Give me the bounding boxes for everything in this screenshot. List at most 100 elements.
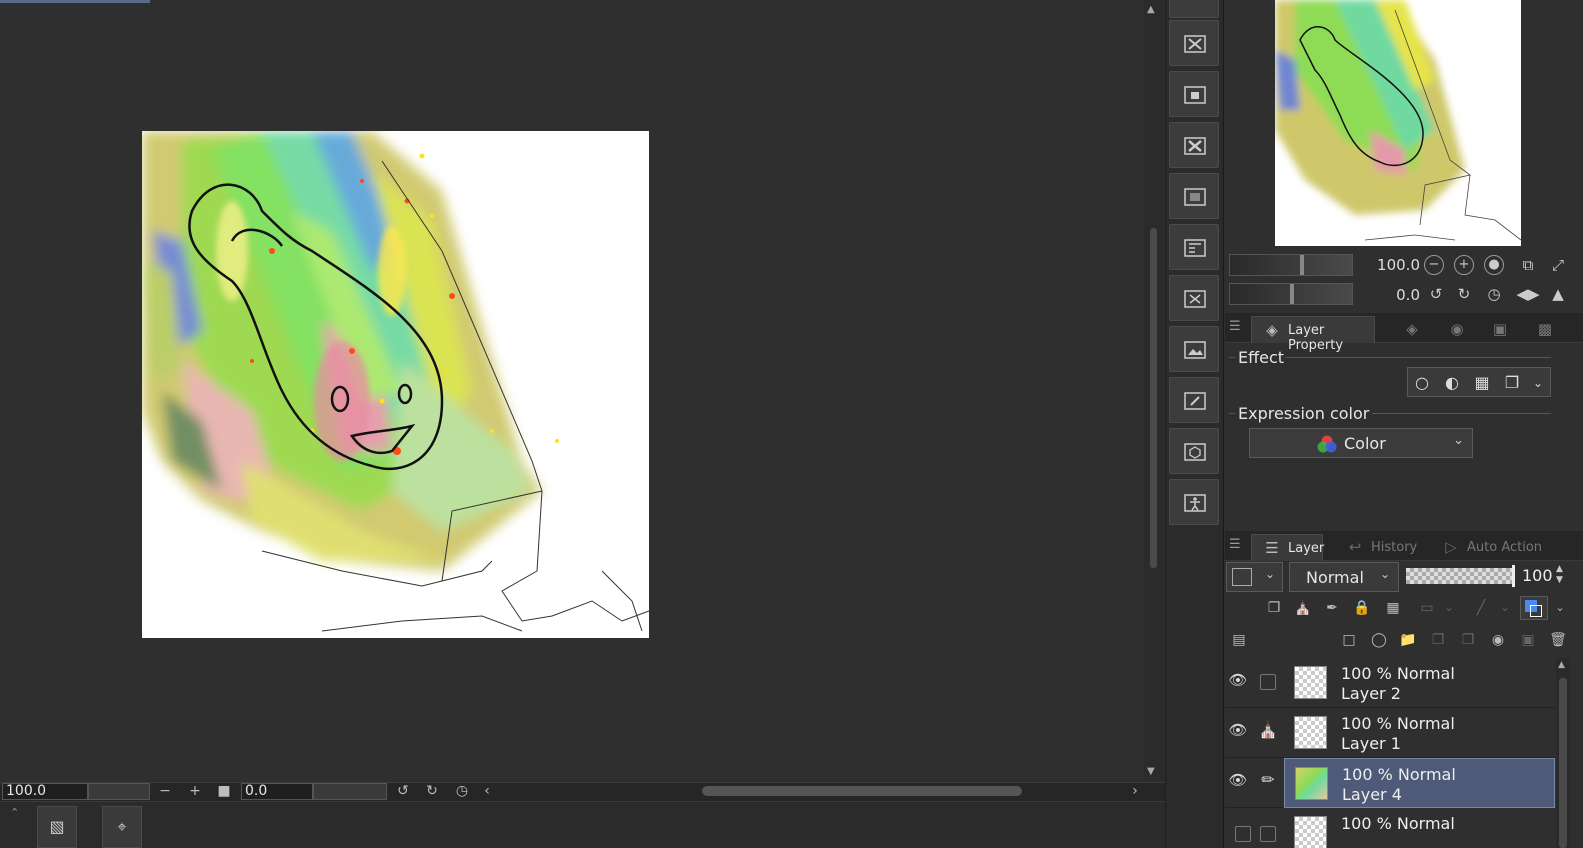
- layer-list-scroll-thumb[interactable]: [1559, 678, 1567, 848]
- opacity-value[interactable]: 100: [1522, 566, 1553, 585]
- transform-icon[interactable]: [1169, 275, 1219, 321]
- chevron-down-icon[interactable]: ⌄: [1549, 597, 1571, 619]
- eye-icon[interactable]: 👁: [1227, 721, 1249, 743]
- transparent-layer-icon[interactable]: [1169, 173, 1219, 219]
- delete-layer-icon[interactable]: 🗑: [1547, 629, 1569, 651]
- layer-panel-menu-icon[interactable]: ☰: [1229, 537, 1241, 552]
- layer-list-icon[interactable]: ▤: [1228, 629, 1250, 651]
- flip-vertical-icon[interactable]: ▲: [1546, 282, 1570, 306]
- layer-color-icon[interactable]: ❐: [1502, 373, 1522, 393]
- fill-navigator-icon[interactable]: ⤢: [1546, 253, 1570, 277]
- new-vector-layer-icon[interactable]: ◯: [1368, 629, 1390, 651]
- reference-layer-icon[interactable]: ⛪: [1256, 720, 1280, 744]
- expression-color-dropdown[interactable]: Color ⌄: [1249, 428, 1473, 458]
- color-panel-icon[interactable]: ▣: [1488, 317, 1512, 341]
- zoom-in-icon[interactable]: +: [186, 783, 204, 800]
- lock-transparency-icon[interactable]: ▦: [1382, 597, 1404, 619]
- opacity-stepper-icon[interactable]: ▲ ▼: [1556, 564, 1563, 586]
- mask-off-icon[interactable]: ▭: [1416, 597, 1438, 619]
- opacity-slider[interactable]: [1406, 568, 1514, 584]
- canvas-zoom-field[interactable]: 100.0: [2, 783, 88, 800]
- eye-icon[interactable]: 👁: [1227, 771, 1249, 793]
- layout-icon[interactable]: [1169, 224, 1219, 270]
- layer-info[interactable]: 100 % Normal Layer 2: [1284, 658, 1555, 708]
- layer-row-selected[interactable]: 👁 ✏ 100 % Normal Layer 4: [1225, 758, 1555, 808]
- panel-menu-icon[interactable]: ☰: [1229, 319, 1241, 334]
- navigator-rotate-left-icon[interactable]: ↺: [1424, 282, 1448, 306]
- document-tab-indicator[interactable]: [0, 0, 150, 3]
- border-effect-icon[interactable]: ○: [1412, 373, 1432, 393]
- lock-layer-icon[interactable]: 🔒: [1351, 597, 1373, 619]
- pencil-icon[interactable]: ✏: [1256, 770, 1280, 794]
- navigator-actual-size-icon[interactable]: ●: [1484, 255, 1504, 275]
- tab-auto-action[interactable]: ▷ Auto Action: [1431, 534, 1571, 561]
- canvas-rotate-field[interactable]: 0.0: [241, 783, 313, 800]
- layer-select-checkbox[interactable]: [1260, 674, 1276, 690]
- transfer-lower-icon[interactable]: ❐: [1427, 629, 1449, 651]
- tool-property-icon[interactable]: ◈: [1400, 317, 1424, 341]
- effect-dropdown-icon[interactable]: ⌄: [1528, 373, 1548, 393]
- navigator-zoom-in-icon[interactable]: +: [1454, 255, 1474, 275]
- merge-lower-icon[interactable]: ❐: [1457, 629, 1479, 651]
- rotate-left-icon[interactable]: ↺: [394, 783, 412, 800]
- new-raster-layer-icon[interactable]: □: [1338, 629, 1360, 651]
- fit-screen-icon[interactable]: ■: [215, 783, 233, 800]
- tab-layer[interactable]: ☰ Layer: [1251, 534, 1324, 561]
- layer-color-mode-button[interactable]: [1520, 596, 1548, 620]
- edit-layer-icon[interactable]: [1169, 377, 1219, 423]
- clear-layer-icon[interactable]: [1169, 122, 1219, 168]
- opacity-slider-knob[interactable]: [1512, 565, 1515, 587]
- 3d-layer-icon[interactable]: [1169, 428, 1219, 474]
- clip-lower-layer-icon[interactable]: ❐: [1263, 597, 1285, 619]
- navigator-reset-rotation-icon[interactable]: ◷: [1482, 282, 1506, 306]
- blend-mode-dropdown[interactable]: Normal ⌄: [1289, 562, 1399, 592]
- navigator-zoom-slider[interactable]: [1229, 254, 1353, 276]
- layer-select-checkbox[interactable]: [1260, 826, 1276, 842]
- camera-target-icon[interactable]: ⌖: [102, 806, 142, 848]
- navigator-rotate-value[interactable]: 0.0: [1360, 286, 1420, 304]
- timeline-icon[interactable]: ▧: [37, 806, 77, 848]
- reference-layer-icon[interactable]: ⛪: [1292, 597, 1314, 619]
- draft-layer-icon[interactable]: ✒: [1321, 597, 1343, 619]
- tone-effect-icon[interactable]: ▦: [1472, 373, 1492, 393]
- scroll-down-icon[interactable]: ▼: [1147, 766, 1155, 777]
- layer-info[interactable]: 100 % Normal Layer 4: [1284, 758, 1555, 808]
- eye-icon[interactable]: 👁: [1227, 671, 1249, 693]
- scroll-right-icon[interactable]: ›: [1126, 783, 1144, 800]
- navigator-zoom-out-icon[interactable]: −: [1424, 255, 1444, 275]
- chevron-down-icon[interactable]: ⌄: [1494, 597, 1516, 619]
- tab-layer-property[interactable]: ◈ Layer Property: [1251, 316, 1375, 353]
- extract-line-icon[interactable]: ◐: [1442, 373, 1462, 393]
- delete-selection-icon[interactable]: [1169, 20, 1219, 66]
- zoom-out-icon[interactable]: −: [156, 783, 174, 800]
- fit-to-navigator-icon[interactable]: ⧉: [1516, 253, 1540, 277]
- reset-rotation-icon[interactable]: ◷: [453, 783, 471, 800]
- search-command-icon[interactable]: [1169, 0, 1219, 18]
- scroll-up-icon[interactable]: ▲: [1558, 660, 1565, 670]
- layer-color-selector[interactable]: ⌄: [1226, 562, 1283, 592]
- canvas-rotate-slider[interactable]: [313, 783, 387, 800]
- rotate-right-icon[interactable]: ↻: [423, 783, 441, 800]
- scroll-left-icon[interactable]: ‹: [478, 783, 496, 800]
- brush-size-icon[interactable]: ◉: [1445, 317, 1469, 341]
- layer-row[interactable]: 👁 100 % Normal Layer 2: [1225, 658, 1555, 708]
- tab-history[interactable]: ↩ History: [1335, 534, 1433, 561]
- navigator-rotate-slider[interactable]: [1229, 283, 1353, 305]
- flip-horizontal-icon[interactable]: ◀▶: [1516, 282, 1540, 306]
- apply-mask-icon[interactable]: ▣: [1517, 629, 1539, 651]
- vertical-scroll-thumb[interactable]: [1150, 228, 1157, 568]
- layer-row[interactable]: 100 % Normal: [1225, 808, 1555, 848]
- navigator-preview[interactable]: [1275, 0, 1521, 246]
- layer-info[interactable]: 100 % Normal Layer 1: [1284, 708, 1555, 758]
- chevron-down-icon[interactable]: ⌄: [1438, 597, 1460, 619]
- pose-figure-icon[interactable]: [1169, 479, 1219, 525]
- new-folder-icon[interactable]: 📁: [1397, 629, 1419, 651]
- navigator-rotate-right-icon[interactable]: ↻: [1452, 282, 1476, 306]
- navigator-zoom-value[interactable]: 100.0: [1360, 256, 1420, 274]
- canvas-artwork[interactable]: [142, 131, 650, 638]
- collapse-dock-icon[interactable]: ⌃: [10, 806, 19, 819]
- layer-visibility-checkbox[interactable]: [1235, 826, 1251, 842]
- create-mask-icon[interactable]: ◉: [1487, 629, 1509, 651]
- fill-layer-icon[interactable]: [1169, 71, 1219, 117]
- canvas-zoom-slider[interactable]: [88, 783, 150, 800]
